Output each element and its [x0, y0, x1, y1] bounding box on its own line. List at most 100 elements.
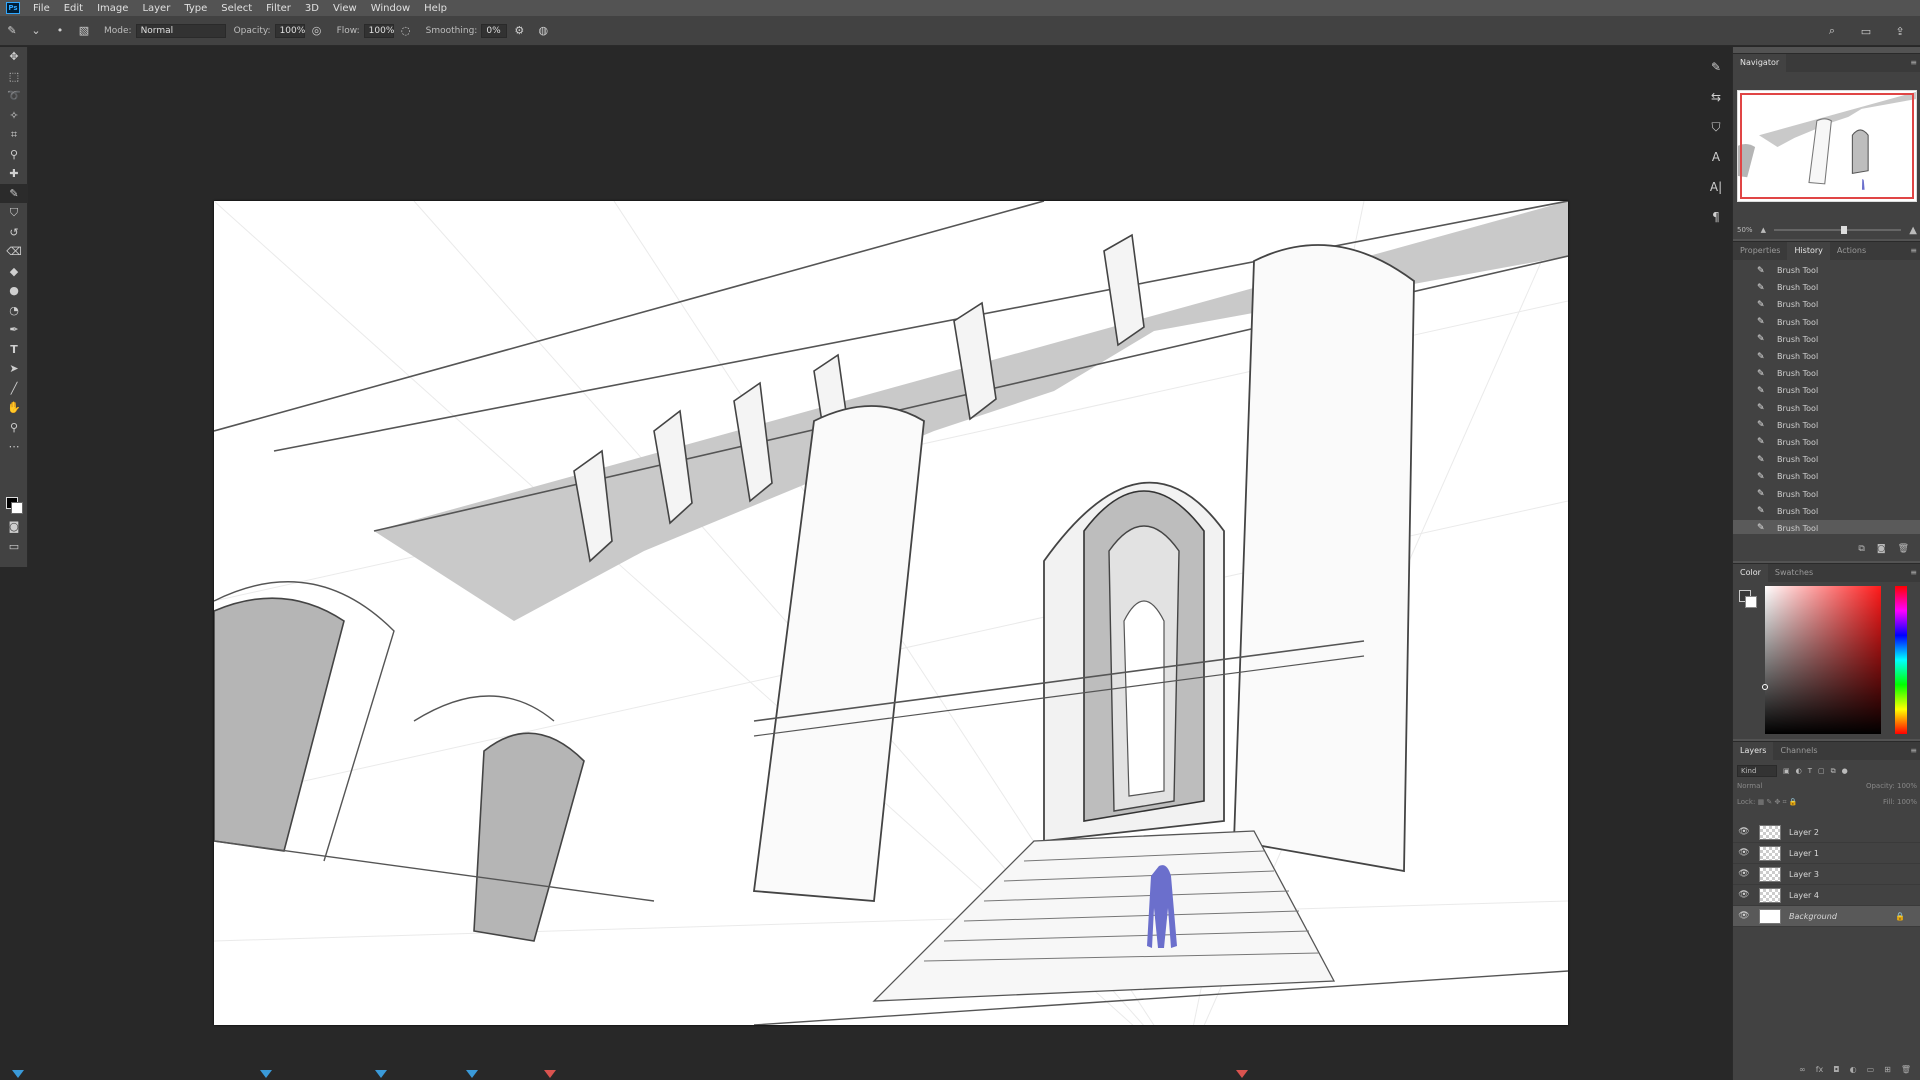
- layer-opacity-value[interactable]: 100%: [1897, 782, 1917, 790]
- clone-stamp-tool-icon[interactable]: ⛉: [0, 203, 28, 223]
- trash-icon[interactable]: 🗑: [1898, 544, 1909, 554]
- new-layer-icon[interactable]: ⊞: [1884, 1065, 1891, 1074]
- delete-layer-icon[interactable]: 🗑: [1901, 1065, 1911, 1074]
- layer-row[interactable]: 👁 Background 🔒: [1733, 906, 1920, 927]
- eye-icon[interactable]: 👁: [1733, 848, 1755, 858]
- filter-toggle-icon[interactable]: ●: [1842, 767, 1848, 775]
- flow-field[interactable]: 100%: [363, 23, 394, 38]
- crop-tool-icon[interactable]: ⌗: [0, 125, 28, 145]
- pressure-opacity-icon[interactable]: ◎: [308, 22, 326, 40]
- dodge-tool-icon[interactable]: ◔: [0, 301, 28, 321]
- layer-name[interactable]: Layer 2: [1789, 828, 1819, 837]
- background-color-chip[interactable]: [1745, 596, 1757, 608]
- menu-edit[interactable]: Edit: [57, 3, 90, 14]
- share-icon[interactable]: ⇪: [1891, 22, 1909, 40]
- eraser-tool-icon[interactable]: ⌫: [0, 242, 28, 262]
- line-tool-icon[interactable]: ╱: [0, 379, 28, 399]
- path-selection-tool-icon[interactable]: ➤: [0, 359, 28, 379]
- tab-color[interactable]: Color: [1733, 564, 1768, 582]
- layer-style-icon[interactable]: fx: [1816, 1065, 1824, 1074]
- panel-menu-icon[interactable]: ≡: [1910, 568, 1917, 577]
- camera-icon[interactable]: ◙: [1877, 544, 1886, 554]
- panel-menu-icon[interactable]: ≡: [1910, 746, 1917, 755]
- add-mask-icon[interactable]: ◘: [1833, 1065, 1839, 1074]
- layer-row[interactable]: 👁 Layer 2: [1733, 822, 1920, 843]
- airbrush-icon[interactable]: ◌: [397, 22, 415, 40]
- blend-mode-select[interactable]: Normal: [1737, 782, 1762, 794]
- navigator-thumbnail[interactable]: [1737, 90, 1917, 202]
- history-state[interactable]: ✎ Brush Tool: [1733, 348, 1920, 365]
- type-tool-icon[interactable]: T: [0, 340, 28, 360]
- tab-layers[interactable]: Layers: [1733, 742, 1774, 760]
- paint-bucket-tool-icon[interactable]: ◆: [0, 262, 28, 282]
- zoom-tool-icon[interactable]: ⚲: [0, 418, 28, 438]
- pressure-size-icon[interactable]: ◍: [534, 22, 552, 40]
- filter-adjustment-icon[interactable]: ◐: [1796, 767, 1802, 775]
- search-icon[interactable]: ⌕: [1823, 22, 1841, 40]
- eye-icon[interactable]: 👁: [1733, 911, 1755, 921]
- panel-menu-icon[interactable]: ≡: [1910, 246, 1917, 255]
- lasso-tool-icon[interactable]: ➰: [0, 86, 28, 106]
- history-state[interactable]: ✎ Brush Tool: [1733, 331, 1920, 348]
- menu-filter[interactable]: Filter: [259, 3, 298, 14]
- tab-swatches[interactable]: Swatches: [1768, 564, 1820, 582]
- menu-select[interactable]: Select: [214, 3, 259, 14]
- menu-type[interactable]: Type: [177, 3, 214, 14]
- layer-name[interactable]: Layer 4: [1789, 891, 1819, 900]
- color-panel-swatches[interactable]: [1739, 590, 1757, 608]
- history-state[interactable]: ✎ Brush Tool: [1733, 365, 1920, 382]
- lock-icon[interactable]: 🔒: [1895, 912, 1905, 921]
- screen-mode-icon[interactable]: ▭: [0, 537, 28, 557]
- layer-name[interactable]: Layer 1: [1789, 849, 1819, 858]
- link-layers-icon[interactable]: ∞: [1799, 1065, 1806, 1074]
- color-picker-cursor[interactable]: [1762, 684, 1768, 690]
- zoom-percentage[interactable]: 50%: [1737, 226, 1753, 234]
- tab-channels[interactable]: Channels: [1773, 742, 1824, 760]
- hue-slider[interactable]: [1895, 586, 1907, 734]
- smoothing-field[interactable]: 0%: [481, 23, 508, 38]
- tab-actions[interactable]: Actions: [1830, 242, 1873, 260]
- eye-icon[interactable]: 👁: [1733, 869, 1755, 879]
- menu-help[interactable]: Help: [417, 3, 454, 14]
- clone-source-panel-icon[interactable]: ⛉: [1703, 112, 1729, 142]
- color-saturation-field[interactable]: [1762, 586, 1881, 734]
- fill-value[interactable]: 100%: [1897, 798, 1917, 806]
- eye-icon[interactable]: 👁: [1733, 827, 1755, 837]
- brush-settings-panel-icon[interactable]: ✎: [1703, 52, 1729, 82]
- hand-tool-icon[interactable]: ✋: [0, 398, 28, 418]
- background-color-swatch[interactable]: [11, 502, 23, 514]
- blur-tool-icon[interactable]: ●: [0, 281, 28, 301]
- history-state[interactable]: ✎ Brush Tool: [1733, 314, 1920, 331]
- tab-history[interactable]: History: [1787, 242, 1830, 260]
- layer-name[interactable]: Layer 3: [1789, 870, 1819, 879]
- history-state[interactable]: ✎ Brush Tool: [1733, 262, 1920, 279]
- menu-window[interactable]: Window: [364, 3, 417, 14]
- more-tools-icon[interactable]: ⋯: [0, 437, 28, 457]
- history-state[interactable]: ✎ Brush Tool: [1733, 279, 1920, 296]
- marquee-tool-icon[interactable]: ⬚: [0, 67, 28, 87]
- history-state[interactable]: ✎ Brush Tool: [1733, 400, 1920, 417]
- brush-size-icon[interactable]: •: [51, 22, 69, 40]
- mode-select[interactable]: Normal: [135, 23, 226, 38]
- tab-navigator[interactable]: Navigator: [1733, 54, 1787, 72]
- menu-image[interactable]: Image: [90, 3, 135, 14]
- menu-layer[interactable]: Layer: [135, 3, 177, 14]
- history-state[interactable]: ✎ Brush Tool: [1733, 296, 1920, 313]
- menu-view[interactable]: View: [326, 3, 364, 14]
- gear-icon[interactable]: ⚙: [510, 22, 528, 40]
- canvas-area[interactable]: [12, 47, 1728, 1080]
- tab-properties[interactable]: Properties: [1733, 242, 1787, 260]
- menu-3d[interactable]: 3D: [298, 3, 326, 14]
- filter-shape-icon[interactable]: ▢: [1818, 767, 1825, 775]
- history-state[interactable]: ✎ Brush Tool: [1733, 451, 1920, 468]
- history-state[interactable]: ✎ Brush Tool: [1733, 434, 1920, 451]
- adjustment-layer-icon[interactable]: ◐: [1850, 1065, 1857, 1074]
- history-state[interactable]: ✎ Brush Tool: [1733, 382, 1920, 399]
- opacity-field[interactable]: 100%: [274, 23, 305, 38]
- eye-icon[interactable]: 👁: [1733, 890, 1755, 900]
- history-state[interactable]: ✎ Brush Tool: [1733, 519, 1920, 534]
- pen-tool-icon[interactable]: ✒: [0, 320, 28, 340]
- layer-kind-filter[interactable]: Kind: [1737, 765, 1777, 777]
- chevron-down-icon[interactable]: ⌄: [27, 22, 45, 40]
- magic-wand-tool-icon[interactable]: ✧: [0, 106, 28, 126]
